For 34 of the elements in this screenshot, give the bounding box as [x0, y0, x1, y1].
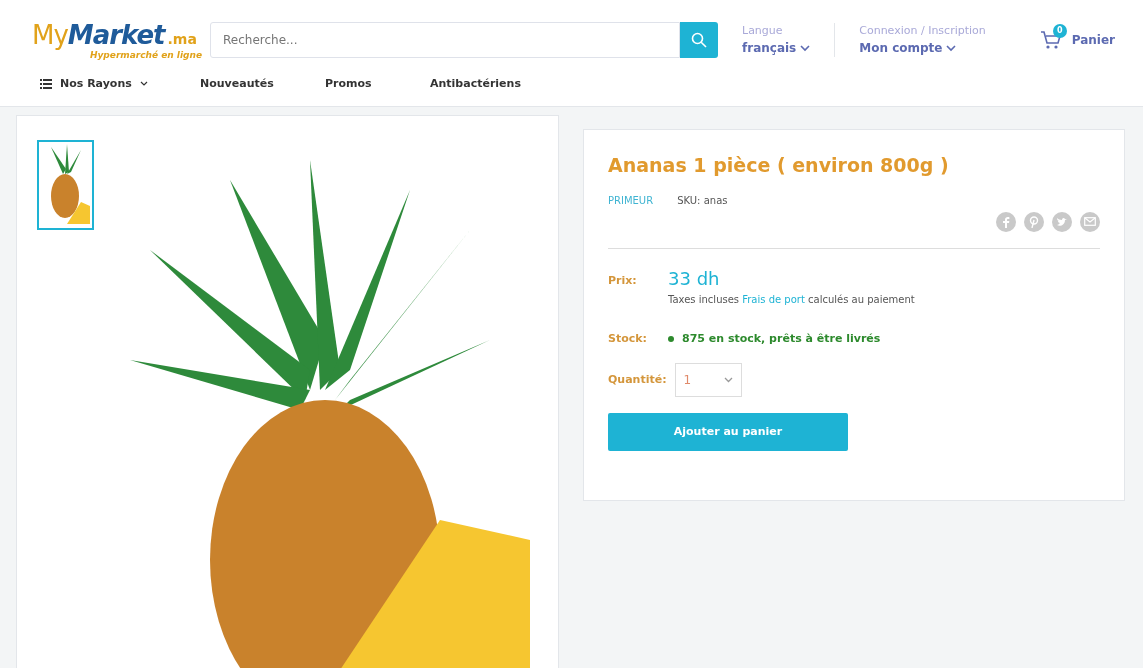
stock-label: Stock: — [608, 330, 648, 347]
nav-link[interactable]: Nouveautés — [184, 76, 309, 93]
shipping-link[interactable]: Frais de port — [742, 293, 805, 305]
chevron-icon — [800, 44, 811, 53]
search-field[interactable]: Recherche... — [210, 22, 680, 58]
product-title: Ananas 1 pièce ( environ 800g ) — [608, 154, 950, 177]
facebook-share-icon[interactable] — [996, 211, 1016, 232]
cart-link[interactable]: Panier — [1071, 31, 1115, 49]
site-logo[interactable]: MyMarket.ma Hypermarché en ligne — [32, 19, 202, 61]
chevron-icon — [139, 81, 148, 88]
account-dropdown[interactable]: Mon compte — [859, 39, 986, 58]
pinterest-share-icon[interactable] — [1024, 211, 1044, 232]
search-icon — [691, 32, 707, 48]
language-label: Langue — [742, 22, 784, 39]
quantity-label: Quantité: — [608, 372, 667, 389]
price-text: 33 dh — [668, 266, 721, 291]
chevron-icon — [946, 44, 957, 53]
price-label: Prix: — [608, 272, 638, 289]
product-thumbnail[interactable] — [37, 140, 94, 230]
quantity-select[interactable]: 1 — [674, 363, 742, 398]
bird-share-icon[interactable] — [1052, 211, 1072, 232]
departments-menu[interactable]: Nos Rayons — [24, 76, 184, 93]
stock-status: 875 en stock, prêts à être livrés — [682, 330, 881, 347]
search-button[interactable] — [680, 22, 718, 58]
account-label: Connexion / Inscription — [859, 22, 986, 39]
language-dropdown[interactable]: français — [742, 39, 811, 58]
chevron-icon — [723, 377, 733, 384]
list-icon — [40, 79, 52, 90]
nav-link[interactable]: Promos — [309, 76, 414, 93]
cart-count: 0 — [1052, 24, 1067, 38]
sku-text: SKU: anas — [677, 193, 728, 208]
nav-link[interactable]: Antibactériens — [414, 76, 534, 93]
tax-note: Taxes incluses Frais de port calculés au paiement — [668, 292, 915, 307]
mail-share-icon[interactable] — [1080, 211, 1100, 232]
